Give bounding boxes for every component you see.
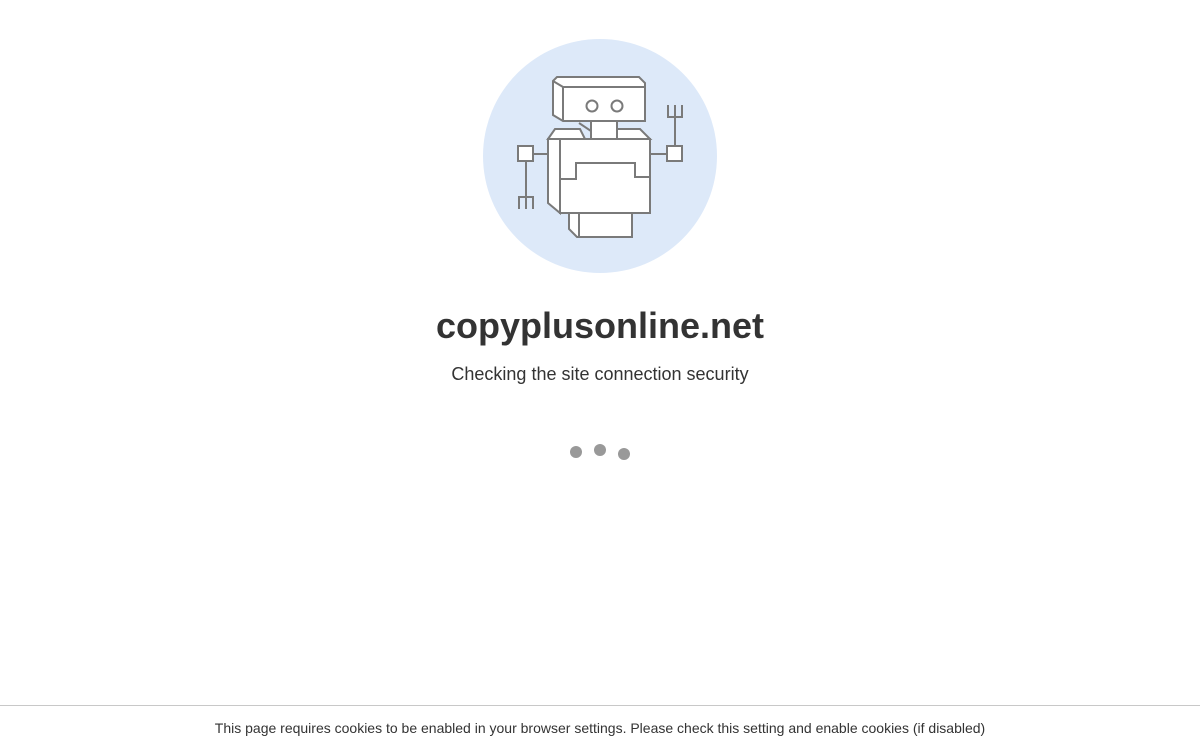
site-domain-title: copyplusonline.net xyxy=(435,305,765,346)
loading-dot-3 xyxy=(618,448,630,460)
loading-dots-indicator xyxy=(0,440,1200,464)
security-check-page: copyplusonline.net Checking the site con… xyxy=(0,0,1200,750)
footer-divider xyxy=(0,705,1200,706)
status-message: Checking the site connection security xyxy=(451,364,749,384)
robot-icon xyxy=(483,39,717,273)
loading-dot-1 xyxy=(570,446,582,458)
robot-illustration xyxy=(483,39,717,273)
cookie-notice: This page requires cookies to be enabled… xyxy=(214,720,986,736)
loading-dot-2 xyxy=(594,444,606,456)
